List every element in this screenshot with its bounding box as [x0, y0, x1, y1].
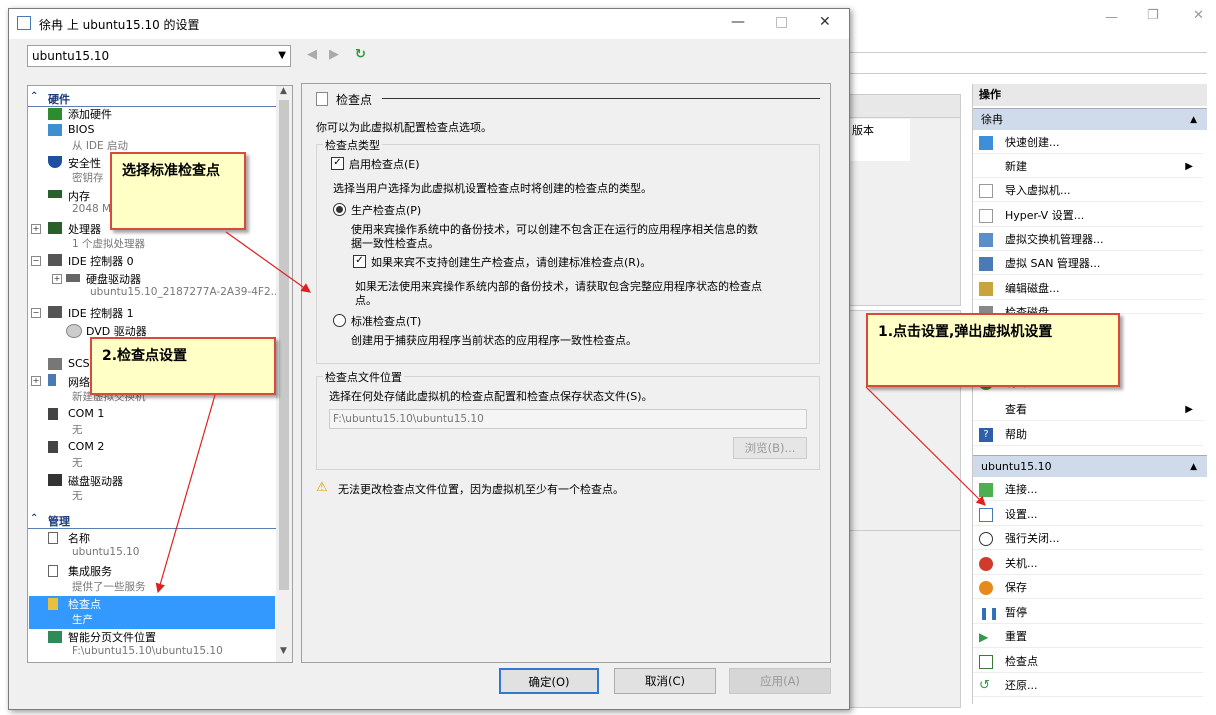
annotation-arrows	[155, 231, 986, 594]
arrow-to-standard-radio	[225, 231, 311, 293]
arrow-to-checkpoint-item	[155, 394, 216, 594]
arrow-to-settings-action	[865, 386, 986, 506]
